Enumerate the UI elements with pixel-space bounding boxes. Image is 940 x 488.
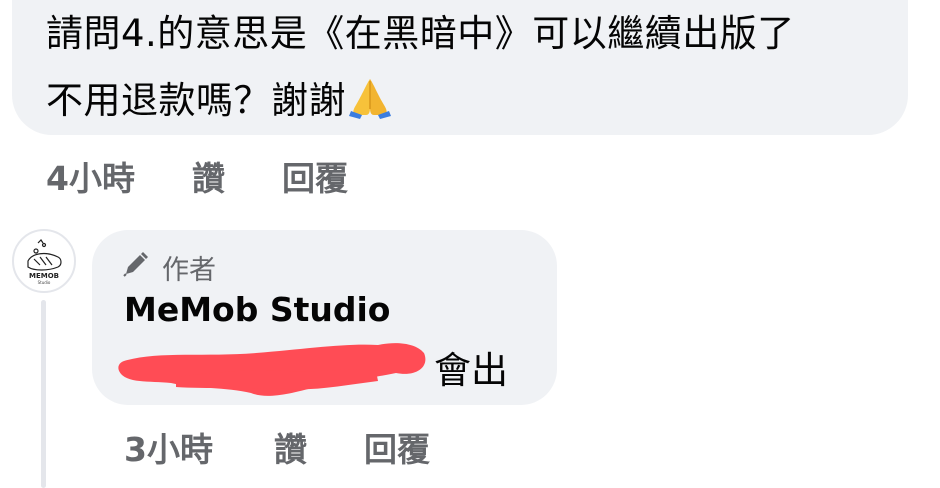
comment-text: 請問4.的意思是《在黑暗中》可以繼續出版了 不用退款嗎？謝謝 — [46, 0, 896, 140]
reply-like-button[interactable]: 讚 — [274, 423, 364, 471]
author-badge: 作者 — [122, 248, 216, 287]
avatar-sublabel: Studio — [38, 280, 51, 285]
comment-line-2: 不用退款嗎？謝謝 — [46, 67, 896, 140]
reply-reply-button[interactable]: 回覆 — [364, 423, 430, 471]
comment-actions: 4小時 讚 回覆 — [46, 152, 348, 200]
comment-line-1: 請問4.的意思是《在黑暗中》可以繼續出版了 — [46, 12, 795, 55]
like-button[interactable]: 讚 — [192, 152, 282, 200]
avatar-label: MEMOB — [29, 272, 59, 280]
reply-button[interactable]: 回覆 — [282, 152, 348, 200]
pencil-icon — [122, 250, 150, 285]
author-badge-label: 作者 — [162, 255, 216, 286]
comment-line-2-text: 不用退款嗎？謝謝 — [46, 79, 346, 122]
redaction-scribble — [116, 333, 436, 407]
thread-line — [41, 300, 46, 488]
comment-timestamp[interactable]: 4小時 — [46, 152, 192, 200]
avatar[interactable]: MEMOB Studio — [12, 229, 76, 293]
reply-text: 會出 — [434, 349, 508, 392]
folded-hands-icon — [348, 73, 392, 140]
author-name[interactable]: MeMob Studio — [124, 290, 390, 329]
reply-actions: 3小時 讚 回覆 — [124, 423, 430, 471]
reply-timestamp[interactable]: 3小時 — [124, 423, 274, 471]
